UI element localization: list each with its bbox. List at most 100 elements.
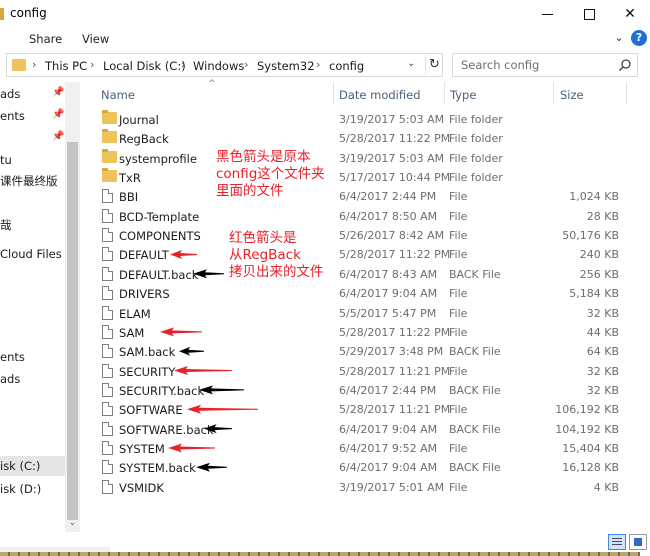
file-row[interactable]: Journal 3/19/2017 5:03 AM File folder (98, 110, 628, 129)
file-icon (102, 189, 113, 204)
file-size: 1,024 KB (569, 190, 619, 204)
nav-item-course-final[interactable]: 课件最终版 (0, 173, 58, 189)
file-size: 32 KB (586, 383, 619, 397)
nav-item-tu[interactable]: tu (0, 153, 12, 167)
file-type: File (449, 229, 468, 243)
column-divider[interactable] (333, 82, 334, 104)
file-row[interactable]: SECURITY 5/28/2017 11:21 PM File 32 KB (98, 362, 628, 381)
file-row[interactable]: COMPONENTS 5/26/2017 8:42 AM File 50,176 KB (98, 226, 628, 245)
nav-item-local-disk-c[interactable]: isk (C:) (0, 459, 40, 473)
file-icon (102, 208, 113, 223)
file-row[interactable]: BCD-Template 6/4/2017 8:50 AM File 28 KB (98, 207, 628, 226)
file-row[interactable]: SYSTEM 6/4/2017 9:52 AM File 15,404 KB (98, 439, 628, 458)
file-row[interactable]: DEFAULT.back 6/4/2017 8:43 AM BACK File 256… (98, 265, 628, 284)
help-button[interactable]: ? (631, 30, 647, 46)
pin-icon: 📌 (52, 109, 65, 120)
file-name: SAM (119, 325, 145, 340)
nav-scrollbar-thumb[interactable] (67, 142, 78, 520)
maximize-icon (583, 8, 595, 20)
file-row[interactable]: SAM.back 5/29/2017 3:48 PM BACK File 64 KB (98, 342, 628, 361)
file-row[interactable]: ELAM 5/5/2017 5:47 PM File 32 KB (98, 304, 628, 323)
file-row[interactable]: DEFAULT 5/28/2017 11:22 PM File 240 KB (98, 245, 628, 264)
nav-item-zai[interactable]: 哉 (0, 217, 12, 233)
address-bar[interactable]: › This PC › Local Disk (C:) › Windows › … (6, 53, 443, 77)
file-date-modified: 6/4/2017 2:44 PM (339, 383, 437, 397)
file-name: SECURITY.back (119, 383, 205, 398)
breadcrumb-separator[interactable]: › (316, 58, 320, 71)
column-divider[interactable] (553, 82, 554, 104)
file-row[interactable]: systemprofile 3/19/2017 5:03 AM File folde… (98, 148, 628, 168)
file-row[interactable]: SAM 5/28/2017 11:22 PM File 44 KB (98, 323, 628, 342)
file-row[interactable]: SYSTEM.back 6/4/2017 9:04 AM BACK File 16,1… (98, 458, 628, 477)
maximize-button[interactable] (566, 0, 612, 28)
file-icon (102, 402, 113, 417)
nav-item-documents-2[interactable]: ents (0, 350, 25, 364)
file-date-modified: 6/4/2017 8:50 AM (339, 209, 438, 223)
navigation-pane: ads 📌 ents 📌 📌 tu 课件最终版 哉 Cloud Files en… (0, 82, 80, 556)
file-date-modified: 6/4/2017 9:04 AM (339, 422, 438, 436)
breadcrumb-this-pc[interactable]: This PC (45, 59, 87, 73)
file-date-modified: 5/28/2017 11:22 PM (339, 325, 451, 339)
file-type: File folder (449, 113, 503, 126)
file-row[interactable]: SECURITY.back 6/4/2017 2:44 PM BACK File 32… (98, 381, 628, 400)
column-divider[interactable] (626, 82, 627, 104)
nav-item-downloads-2[interactable]: ads (0, 372, 20, 386)
annotation-line: 里面的文件 (216, 183, 284, 199)
file-name: SOFTWARE (119, 403, 183, 418)
file-row[interactable]: VSMIDK 3/19/2017 5:01 AM File 4 KB (98, 478, 628, 497)
file-type: BACK File (449, 345, 501, 359)
search-icon[interactable] (618, 58, 632, 72)
nav-item-downloads[interactable]: ads (0, 87, 20, 101)
details-view-button[interactable] (608, 534, 626, 550)
file-icon (102, 247, 113, 262)
file-row[interactable]: BBI 6/4/2017 2:44 PM File 1,024 KB (98, 187, 628, 206)
file-name: DRIVERS (119, 287, 170, 302)
breadcrumb-config[interactable]: config (329, 59, 364, 73)
breadcrumb-separator[interactable]: › (181, 58, 185, 71)
file-size: 256 KB (579, 267, 619, 281)
title-bar: config ✕ (0, 0, 650, 28)
breadcrumb-local-disk[interactable]: Local Disk (C:) (103, 59, 186, 73)
file-type: File (449, 248, 468, 262)
nav-item-documents[interactable]: ents (0, 109, 25, 123)
tab-view[interactable]: View (82, 32, 109, 46)
file-name: Journal (119, 113, 159, 127)
scroll-down-icon[interactable]: ⌄ (67, 518, 78, 530)
file-icon (102, 479, 113, 494)
file-row[interactable]: SOFTWARE.back 6/4/2017 9:04 AM BACK File 10… (98, 420, 628, 439)
search-input[interactable] (453, 54, 613, 76)
annotation-line: 拷贝出来的文件 (229, 264, 324, 280)
breadcrumb-separator[interactable]: › (32, 58, 36, 71)
breadcrumb-system32[interactable]: System32 (257, 59, 315, 73)
large-icons-view-button[interactable] (629, 534, 647, 550)
refresh-button[interactable]: ↻ (425, 55, 443, 75)
folder-icon (102, 168, 117, 183)
column-divider[interactable] (444, 82, 445, 104)
file-row[interactable]: DRIVERS 6/4/2017 9:04 AM File 5,184 KB (98, 284, 628, 303)
file-row[interactable]: SOFTWARE 5/28/2017 11:21 PM File 106,192 KB (98, 400, 628, 419)
expand-ribbon-button[interactable]: ⌄ (612, 31, 626, 45)
file-icon (102, 228, 113, 243)
breadcrumb-separator[interactable]: › (90, 58, 94, 71)
nav-item-cloud-files[interactable]: Cloud Files (0, 247, 62, 261)
file-icon (102, 286, 113, 301)
search-box[interactable] (452, 53, 638, 77)
sort-ascending-icon: ^ (208, 79, 216, 89)
window-title: config (10, 6, 47, 20)
address-dropdown-icon[interactable]: ⌄ (407, 58, 415, 69)
file-row[interactable]: TxR 5/17/2017 10:44 PM File folder (98, 168, 628, 187)
breadcrumb-separator[interactable]: › (244, 58, 248, 71)
nav-item-local-disk-d[interactable]: isk (D:) (0, 482, 41, 496)
file-date-modified: 6/4/2017 8:43 AM (339, 267, 438, 281)
close-button[interactable]: ✕ (607, 0, 650, 28)
tab-share[interactable]: Share (29, 32, 62, 46)
file-size: 4 KB (593, 480, 619, 494)
minimize-button[interactable] (524, 0, 570, 28)
file-row[interactable]: RegBack 5/28/2017 11:22 PM File folder (98, 129, 628, 148)
file-name: TxR (119, 171, 141, 186)
large-icons-view-icon (634, 538, 642, 546)
nav-scrollbar[interactable]: ⌄ (65, 82, 80, 532)
file-name: ELAM (119, 306, 151, 321)
breadcrumb-windows[interactable]: Windows (193, 59, 244, 73)
file-name: DEFAULT.back (119, 267, 199, 282)
